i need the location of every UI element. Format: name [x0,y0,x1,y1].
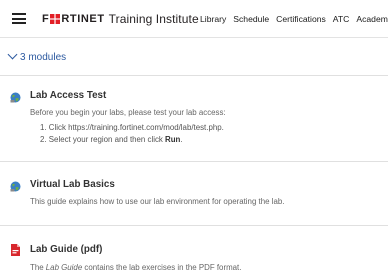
step-number: 2. [40,135,47,144]
lab-guide-italic: Lab Guide [45,263,83,272]
hamburger-menu-icon[interactable] [12,13,26,24]
run-label: Run [165,135,181,144]
module-lab-access-test: Lab Access Test Before you begin your la… [0,76,388,160]
module-title[interactable]: Lab Guide (pdf) [30,244,102,255]
description-prefix: The [30,263,46,272]
step-text: Select your region and then click [48,135,166,144]
module-lab-guide-pdf: Lab Guide (pdf) The Lab Guide contains t… [0,226,388,279]
module-description: Before you begin your labs, please test … [30,108,226,117]
module-title[interactable]: Lab Access Test [30,90,106,101]
modules-header: 3 modules [0,48,388,68]
module-description: This guide explains how to use our lab e… [30,197,285,206]
nav-links: Library Schedule Certifications ATC Academi [200,14,388,24]
modules-count-label: 3 modules [20,52,67,63]
module-description: The Lab Guide contains the lab exercises… [30,263,241,272]
nav-link-schedule[interactable]: Schedule [233,14,269,24]
step-suffix: . [180,135,183,144]
step-text: Click [48,123,69,132]
logo-wordmark-rest: RTINET [61,13,105,25]
list-item: 1. Click https://training.fortinet.com/m… [40,122,224,134]
module-title[interactable]: Virtual Lab Basics [30,179,115,190]
module-virtual-lab-basics: Virtual Lab Basics This guide explains h… [0,162,388,222]
logo-subtitle: Training Institute [108,12,199,26]
nav-link-library[interactable]: Library [200,14,226,24]
list-item: 2. Select your region and then click Run… [40,134,224,146]
lab-globe-icon [10,179,21,192]
nav-link-certifications[interactable]: Certifications [276,14,326,24]
fortinet-logo[interactable]: F RTINET Training Institute [42,12,199,26]
nav-link-atc[interactable]: ATC [333,14,350,24]
pdf-icon [10,243,21,256]
step-number: 1. [40,123,47,132]
logo-wordmark-f: F [42,13,50,25]
modules-toggle-button[interactable]: 3 modules [7,49,67,63]
top-navbar: F RTINET Training Institute Library Sched… [0,0,388,38]
test-lab-link[interactable]: https://training.fortinet.com/mod/lab/te… [68,123,222,132]
fortinet-grid-icon [50,14,61,24]
lab-globe-icon [10,90,21,103]
nav-link-academy[interactable]: Academi [356,14,388,24]
chevron-down-icon [7,49,18,60]
steps-list: 1. Click https://training.fortinet.com/m… [40,122,224,146]
step-suffix: . [221,123,224,132]
description-suffix: contains the lab exercises in the PDF fo… [82,263,242,272]
